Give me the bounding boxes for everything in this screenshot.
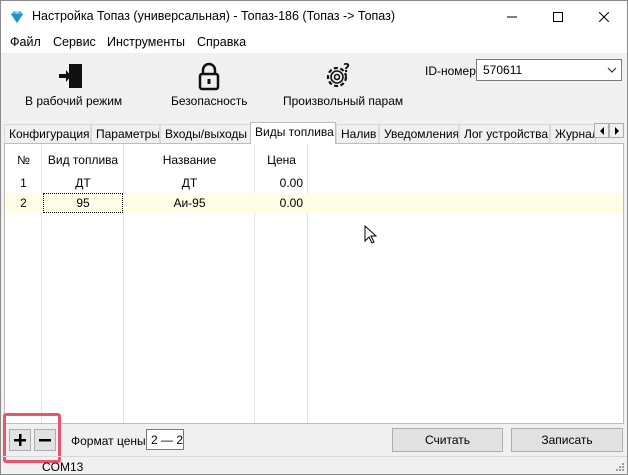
menu-help[interactable]: Справка bbox=[197, 35, 246, 49]
add-row-button[interactable] bbox=[9, 429, 31, 451]
diamond-icon bbox=[9, 9, 25, 25]
id-number-select[interactable]: 570611 bbox=[476, 59, 622, 81]
svg-text:?: ? bbox=[343, 61, 350, 75]
minimize-button[interactable] bbox=[489, 1, 535, 32]
id-number-value: 570611 bbox=[483, 63, 523, 77]
minus-icon bbox=[39, 439, 51, 442]
menu-file[interactable]: Файл bbox=[10, 35, 41, 49]
tab-filling[interactable]: Налив bbox=[336, 124, 379, 143]
tab-scroll bbox=[594, 123, 624, 138]
fuel-types-grid[interactable]: № Вид топлива Название Цена 1 ДТ ДТ 0.00… bbox=[4, 143, 624, 424]
chevron-down-icon bbox=[607, 67, 617, 73]
mouse-cursor-icon bbox=[364, 225, 377, 244]
exit-door-icon bbox=[59, 64, 82, 88]
tab-fuel-types[interactable]: Виды топлива bbox=[250, 122, 336, 144]
write-button[interactable]: Записать bbox=[511, 428, 623, 452]
tab-device-log[interactable]: Лог устройства bbox=[459, 124, 550, 143]
security-button[interactable]: Безопасность bbox=[171, 61, 248, 108]
column-header-price[interactable]: Цена bbox=[255, 153, 308, 167]
arrow-right-icon bbox=[614, 126, 619, 135]
price-cell[interactable]: 0.00 bbox=[255, 196, 303, 210]
minimize-icon bbox=[507, 16, 517, 17]
tab-notifications[interactable]: Уведомления bbox=[379, 124, 459, 143]
fuel-type-cell[interactable]: 95 bbox=[43, 193, 123, 213]
custom-param-label: Произвольный парам bbox=[283, 94, 404, 108]
fuel-type-cell[interactable]: ДТ bbox=[42, 176, 124, 190]
menu-service[interactable]: Сервис bbox=[53, 35, 96, 49]
column-header-number[interactable]: № bbox=[5, 153, 42, 167]
gear-question-icon: ? bbox=[326, 61, 350, 88]
plus-icon bbox=[14, 434, 26, 446]
remove-row-button[interactable] bbox=[34, 429, 56, 451]
tab-journal[interactable]: Журнал bbox=[550, 124, 596, 143]
status-bar: COM13 bbox=[1, 456, 627, 474]
price-cell[interactable]: 0.00 bbox=[255, 176, 303, 190]
table-row[interactable]: 1 ДТ ДТ 0.00 bbox=[5, 173, 623, 193]
work-mode-button[interactable]: В рабочий режим bbox=[25, 61, 123, 108]
security-label: Безопасность bbox=[171, 94, 248, 108]
id-number-label: ID-номер bbox=[425, 64, 476, 78]
column-header-name[interactable]: Название bbox=[124, 153, 255, 167]
tab-scroll-left-button[interactable] bbox=[594, 123, 609, 138]
table-row[interactable]: 2 95 Аи-95 0.00 bbox=[5, 193, 623, 213]
tab-scroll-right-button[interactable] bbox=[609, 123, 624, 138]
price-format-input[interactable]: 2 — 2 bbox=[146, 429, 184, 450]
close-icon bbox=[599, 11, 609, 22]
arrow-left-icon bbox=[599, 126, 604, 135]
maximize-icon bbox=[553, 11, 563, 22]
fuel-name-cell[interactable]: ДТ bbox=[124, 176, 255, 190]
maximize-button[interactable] bbox=[535, 1, 581, 32]
work-mode-label: В рабочий режим bbox=[25, 94, 123, 108]
menu-tools[interactable]: Инструменты bbox=[107, 35, 185, 49]
menu-bar: Файл Сервис Инструменты Справка bbox=[1, 32, 627, 53]
row-number-cell: 1 bbox=[20, 176, 27, 190]
app-window: Настройка Топаз (универсальная) - Топаз-… bbox=[0, 0, 628, 475]
window-title: Настройка Топаз (универсальная) - Топаз-… bbox=[32, 9, 396, 23]
com-port-status: COM13 bbox=[42, 460, 84, 474]
close-button[interactable] bbox=[581, 1, 627, 32]
custom-param-button[interactable]: ? Произвольный парам bbox=[283, 61, 404, 108]
read-button[interactable]: Считать bbox=[392, 428, 503, 452]
lock-icon bbox=[198, 62, 220, 91]
tab-parameters[interactable]: Параметры bbox=[91, 124, 160, 143]
fuel-name-cell[interactable]: Аи-95 bbox=[124, 196, 255, 210]
title-bar: Настройка Топаз (универсальная) - Топаз-… bbox=[1, 1, 627, 32]
tab-strip: Конфигурация Параметры Входы/выходы Виды… bbox=[4, 122, 624, 144]
price-format-label: Формат цены bbox=[71, 434, 146, 448]
column-header-fuel-type[interactable]: Вид топлива bbox=[42, 153, 124, 167]
resize-grip-icon[interactable] bbox=[615, 462, 625, 472]
row-number-cell: 2 bbox=[20, 196, 27, 210]
tab-configuration[interactable]: Конфигурация bbox=[4, 124, 91, 143]
tab-inputs-outputs[interactable]: Входы/выходы bbox=[160, 124, 251, 143]
price-format-value: 2 — 2 bbox=[151, 433, 184, 447]
